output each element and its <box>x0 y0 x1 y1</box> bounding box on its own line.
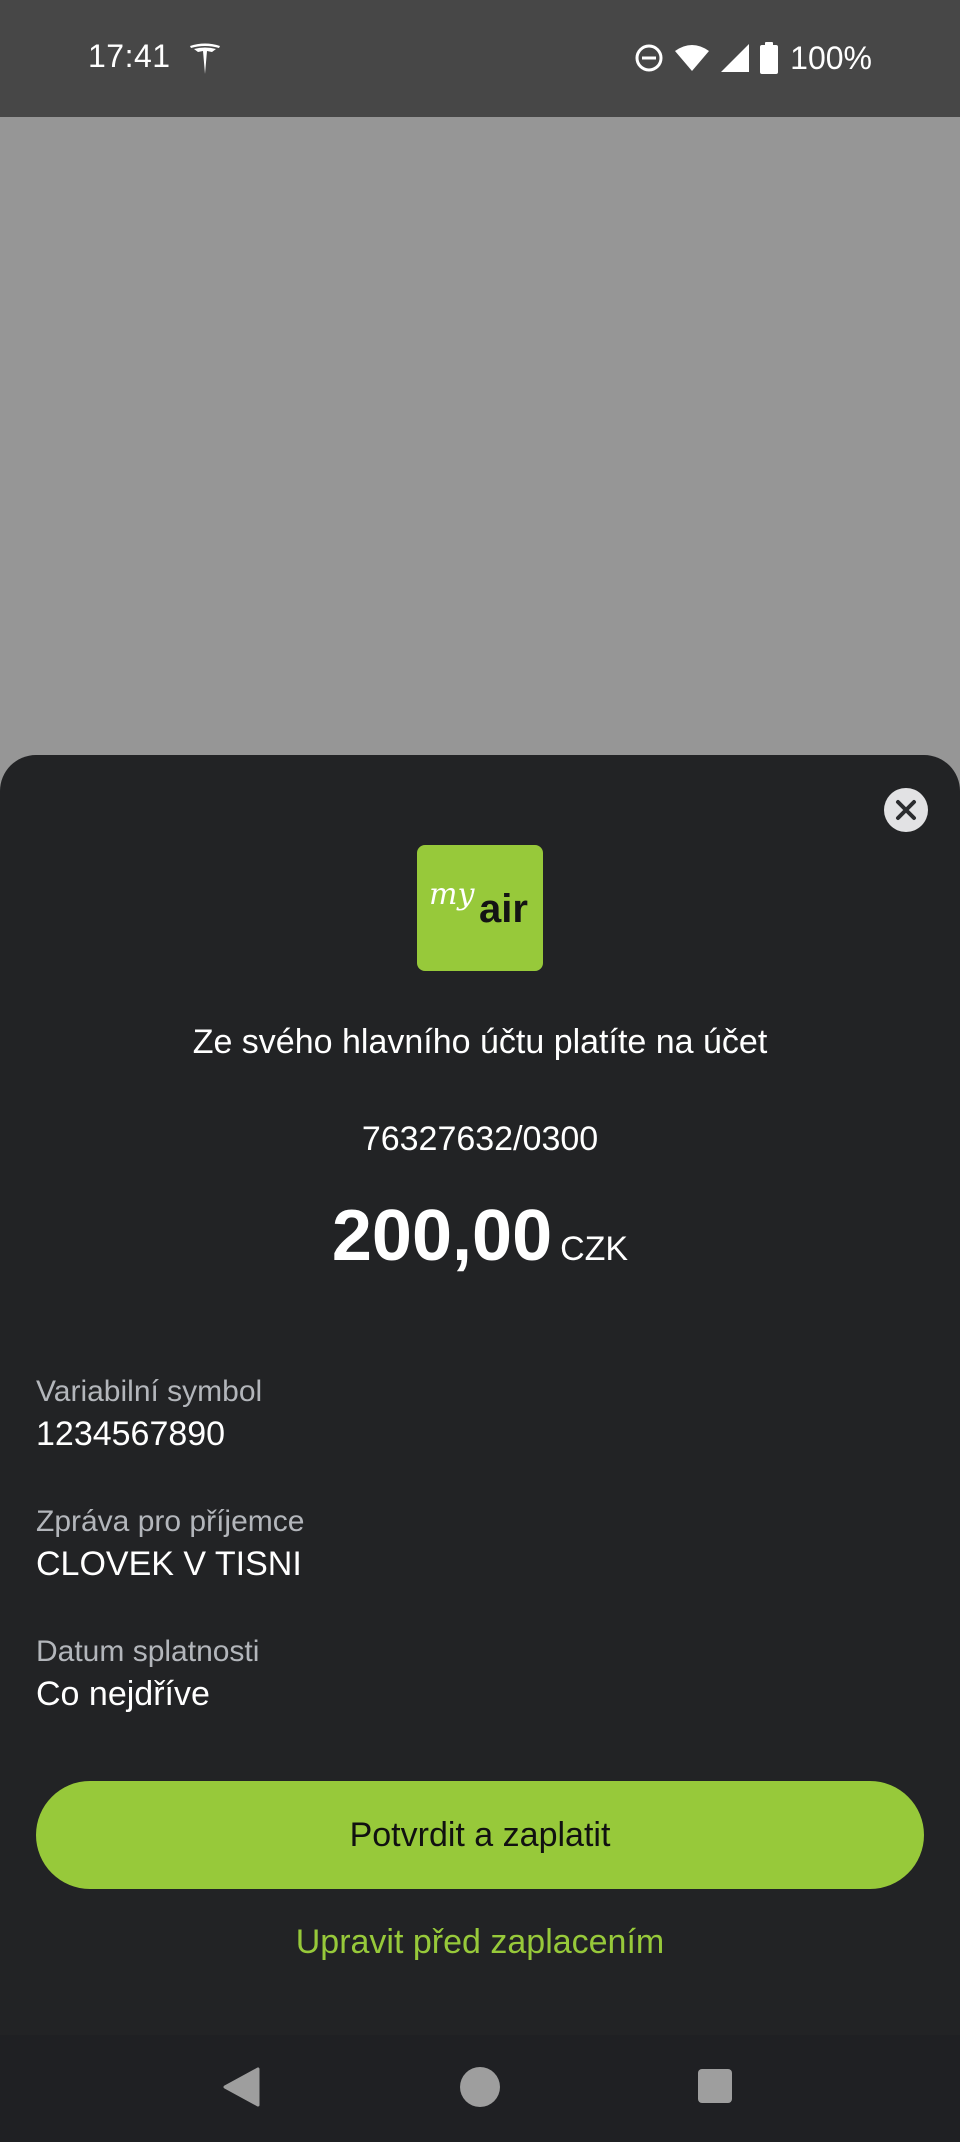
variable-symbol-field: Variabilní symbol 1234567890 <box>36 1375 262 1454</box>
field-label: Datum splatnosti <box>36 1635 260 1668</box>
recents-icon[interactable] <box>698 2069 732 2103</box>
confirm-and-pay-button[interactable]: Potvrdit a zaplatit <box>36 1781 924 1889</box>
back-icon[interactable] <box>222 2067 260 2107</box>
field-value: 1234567890 <box>36 1415 226 1453</box>
status-bar: 17:41 100% <box>0 0 960 117</box>
field-label: Zpráva pro příjemce <box>36 1505 305 1538</box>
battery-icon <box>760 42 779 74</box>
myair-logo: my air <box>417 845 543 971</box>
home-icon[interactable] <box>460 2067 500 2107</box>
due-date-field: Datum splatnosti Co nejdříve <box>36 1635 259 1714</box>
status-time: 17:41 <box>88 38 171 74</box>
status-icons: 100% <box>634 38 872 78</box>
edit-before-payment-link[interactable]: Upravit před zaplacením <box>0 1923 960 1962</box>
close-button[interactable] <box>884 788 928 832</box>
logo-air-text: air <box>479 887 528 931</box>
field-label: Variabilní symbol <box>36 1375 263 1408</box>
payment-bottom-sheet: my air Ze svého hlavního účtu platíte na… <box>0 755 960 2035</box>
logo-my-text: my <box>429 877 475 912</box>
dimmed-backdrop[interactable] <box>0 117 960 757</box>
wifi-icon <box>675 45 710 71</box>
recipient-account-number: 76327632/0300 <box>361 1120 599 1158</box>
navigation-bar <box>0 2035 960 2142</box>
field-value: Co nejdříve <box>36 1675 210 1713</box>
payment-heading: Ze svého hlavního účtu platíte na účet <box>192 1023 768 1061</box>
tesla-icon <box>190 43 220 74</box>
payment-confirmation-screen: 17:41 100% my air Ze svého hlavního účtu… <box>0 0 960 2142</box>
field-value: CLOVEK V TISNI <box>36 1545 302 1583</box>
close-icon <box>896 800 916 820</box>
signal-icon <box>721 44 750 72</box>
do-not-disturb-icon <box>635 44 663 72</box>
recipient-message-field: Zpráva pro příjemce CLOVEK V TISNI <box>36 1505 304 1584</box>
battery-percentage: 100% <box>790 39 872 76</box>
payment-amount: 200,00 CZK <box>0 1195 960 1277</box>
amount-currency: CZK <box>560 1230 629 1268</box>
amount-value: 200,00 <box>331 1196 553 1276</box>
